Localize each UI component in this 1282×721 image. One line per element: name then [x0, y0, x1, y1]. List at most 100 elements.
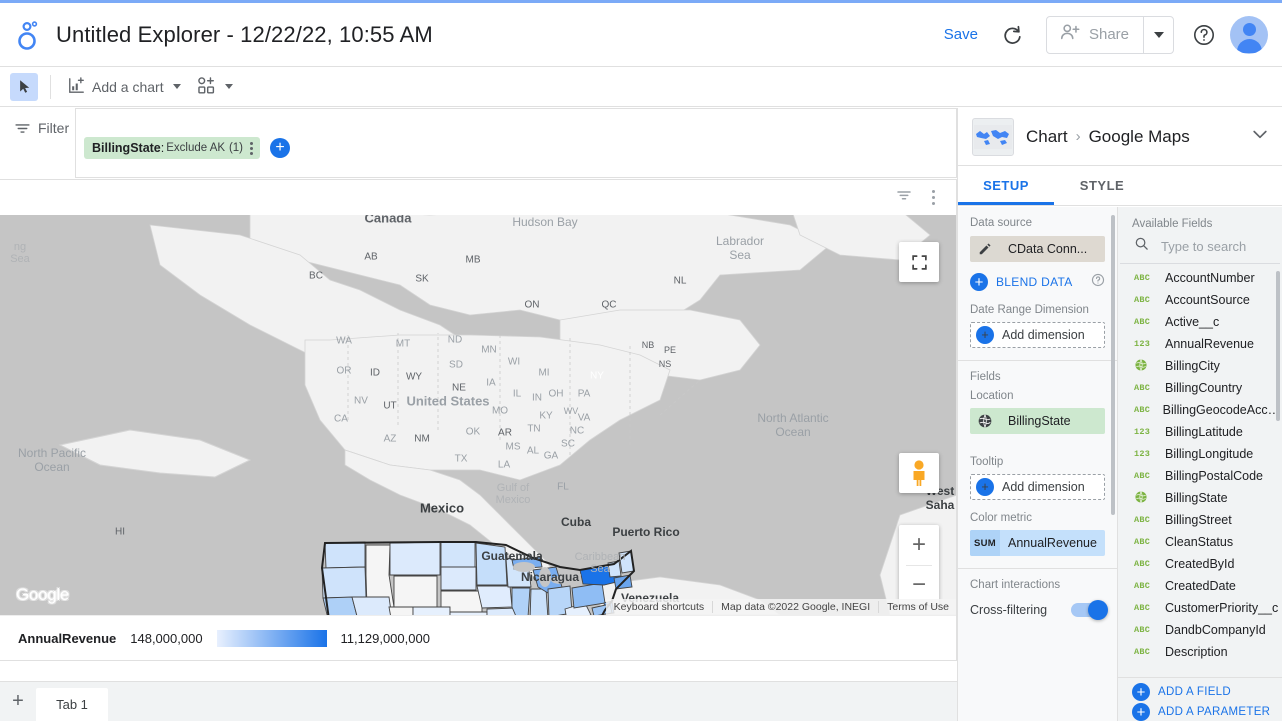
- available-fields-list[interactable]: ABCAccountNumberABCAccountSourceABCActiv…: [1118, 267, 1282, 677]
- geo-globe-icon: [970, 408, 1000, 434]
- available-field-row[interactable]: 123 AnnualRevenue: [1118, 333, 1282, 355]
- legend-min-value: 148,000,000: [130, 631, 202, 646]
- street-view-pegman-icon[interactable]: [899, 453, 939, 493]
- plus-circle-icon: +: [1132, 703, 1150, 721]
- editor-toolbar: Add a chart: [0, 67, 1282, 107]
- share-button[interactable]: Share: [1047, 17, 1143, 53]
- add-tab-button[interactable]: +: [0, 681, 36, 721]
- collapse-panel-button[interactable]: [1250, 124, 1270, 149]
- tab-setup[interactable]: SETUP: [958, 166, 1054, 205]
- available-field-row[interactable]: ABCBillingStreet: [1118, 509, 1282, 531]
- field-type-icon: ABC: [1134, 647, 1156, 657]
- zoom-controls: + −: [899, 525, 939, 605]
- share-dropdown-button[interactable]: [1143, 17, 1173, 53]
- terms-of-use-link[interactable]: Terms of Use: [878, 601, 957, 613]
- available-field-row[interactable]: 123BillingLongitude: [1118, 443, 1282, 465]
- fields-scrollbar[interactable]: [1276, 271, 1280, 421]
- help-circle-icon[interactable]: [1091, 273, 1105, 292]
- filter-bar-label-group: Filter: [0, 108, 76, 178]
- tab-tab-1[interactable]: Tab 1: [36, 688, 108, 721]
- filter-bar: Filter BillingState: Exclude AK (1) +: [0, 108, 957, 178]
- available-field-row[interactable]: BillingCity: [1118, 355, 1282, 377]
- refresh-icon[interactable]: [992, 15, 1032, 55]
- field-type-icon: ABC: [1134, 537, 1156, 547]
- field-type-icon: 123: [1134, 339, 1156, 349]
- pencil-icon[interactable]: [970, 236, 1000, 262]
- chart-legend: AnnualRevenue 148,000,000 11,129,000,000: [0, 615, 956, 660]
- available-field-row[interactable]: 123 BillingLatitude: [1118, 421, 1282, 443]
- setup-scrollbar[interactable]: [1111, 215, 1115, 515]
- chart-filter-icon[interactable]: [895, 186, 913, 209]
- available-field-name: AnnualRevenue: [1165, 337, 1254, 351]
- available-field-row[interactable]: ABCDandbCompanyId: [1118, 619, 1282, 641]
- help-circle-icon[interactable]: [1184, 15, 1224, 55]
- add-a-chart-button[interactable]: Add a chart: [63, 72, 185, 102]
- add-chart-icon: [67, 76, 86, 98]
- available-field-row[interactable]: ABCCustomerPriority__c: [1118, 597, 1282, 619]
- data-source-row[interactable]: CData Conn...: [970, 236, 1105, 262]
- keyboard-shortcuts-link[interactable]: Keyboard shortcuts: [606, 601, 712, 613]
- location-title: Location: [970, 390, 1105, 402]
- available-field-row[interactable]: ABC CreatedDate: [1118, 575, 1282, 597]
- field-type-icon: ABC: [1134, 559, 1156, 569]
- available-fields-title: Available Fields: [1118, 207, 1282, 234]
- available-field-row[interactable]: ABCAccountNumber: [1118, 267, 1282, 289]
- field-type-icon: ABC: [1134, 603, 1156, 613]
- aggregation-badge[interactable]: SUM: [970, 530, 1000, 556]
- properties-panel-tabs: SETUP STYLE: [958, 166, 1282, 206]
- zoom-in-button[interactable]: +: [899, 526, 939, 565]
- field-type-icon: [1134, 490, 1156, 507]
- data-source-name[interactable]: CData Conn...: [1000, 236, 1105, 262]
- field-type-icon: ABC: [1134, 471, 1156, 481]
- available-field-name: DandbCompanyId: [1165, 623, 1266, 637]
- share-button-group: Share: [1046, 16, 1174, 54]
- filter-chip-field: BillingState: [92, 141, 161, 155]
- chart-more-options-icon[interactable]: [929, 190, 938, 205]
- field-type-icon: ABC: [1134, 581, 1156, 591]
- available-field-row[interactable]: ABCBillingPostalCode: [1118, 465, 1282, 487]
- available-field-row[interactable]: ABCDescription: [1118, 641, 1282, 663]
- available-field-name: BillingGeocodeAccura...: [1163, 403, 1282, 417]
- cross-filtering-row: Cross-filtering: [970, 595, 1105, 625]
- available-field-name: BillingLatitude: [1165, 425, 1243, 439]
- available-field-row[interactable]: ABCBillingGeocodeAccura...: [1118, 399, 1282, 421]
- available-field-name: CreatedDate: [1165, 579, 1236, 593]
- page-title[interactable]: Untitled Explorer - 12/22/22, 10:55 AM: [56, 22, 433, 48]
- save-button[interactable]: Save: [930, 18, 992, 51]
- available-fields-footer: + ADD A FIELD + ADD A PARAMETER: [1118, 677, 1282, 721]
- available-field-row[interactable]: ABCCleanStatus: [1118, 531, 1282, 553]
- google-map[interactable]: CanadaHudson BayLabrador Seang SeaABBCMB…: [0, 215, 957, 615]
- available-field-name: BillingStreet: [1165, 513, 1232, 527]
- add-tooltip-dimension-button[interactable]: + Add dimension: [970, 474, 1105, 500]
- more-vert-icon[interactable]: [247, 142, 256, 155]
- data-source-section: Data source CData Conn... + BLEND DATA: [958, 207, 1117, 361]
- cross-filtering-toggle[interactable]: [1071, 603, 1105, 617]
- breadcrumb: Chart › Google Maps: [1026, 127, 1190, 147]
- tab-style[interactable]: STYLE: [1054, 166, 1150, 205]
- add-a-parameter-button[interactable]: + ADD A PARAMETER: [1132, 702, 1282, 721]
- add-filter-button[interactable]: +: [270, 138, 290, 158]
- add-a-field-button[interactable]: + ADD A FIELD: [1132, 682, 1282, 702]
- available-field-row[interactable]: ABCAccountSource: [1118, 289, 1282, 311]
- available-field-row[interactable]: ABCBillingCountry: [1118, 377, 1282, 399]
- blend-data-row[interactable]: + BLEND DATA: [970, 270, 1105, 294]
- location-field-chip[interactable]: BillingState: [970, 408, 1105, 434]
- data-studio-logo-icon[interactable]: [0, 20, 56, 50]
- fullscreen-button[interactable]: [899, 242, 939, 282]
- field-type-icon: ABC: [1134, 295, 1156, 305]
- color-metric-chip[interactable]: SUM AnnualRevenue: [970, 530, 1105, 556]
- available-field-row[interactable]: ABCActive__c: [1118, 311, 1282, 333]
- available-field-row[interactable]: ABCCreatedById: [1118, 553, 1282, 575]
- filter-chip-billingstate[interactable]: BillingState: Exclude AK (1): [84, 137, 260, 159]
- available-field-row[interactable]: BillingState: [1118, 487, 1282, 509]
- search-input[interactable]: [1159, 238, 1269, 255]
- user-avatar[interactable]: [1230, 16, 1268, 54]
- cursor-arrow-icon[interactable]: [10, 73, 38, 101]
- add-date-range-dimension-button[interactable]: + Add dimension: [970, 322, 1105, 348]
- add-a-control-button[interactable]: [193, 72, 237, 102]
- field-type-icon: 123: [1134, 427, 1156, 437]
- chart-card-header: [0, 180, 956, 215]
- breadcrumb-root[interactable]: Chart: [1026, 127, 1068, 147]
- properties-panel: Chart › Google Maps SETUP STYLE Data sou…: [957, 108, 1282, 721]
- available-fields-column: Available Fields ABCAccountNumberABCAcco…: [1118, 207, 1282, 721]
